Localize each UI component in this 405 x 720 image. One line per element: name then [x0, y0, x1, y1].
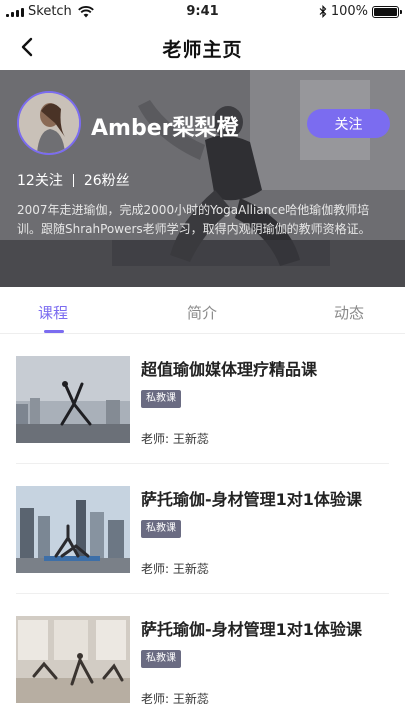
- status-bar: Sketch 9:41 100%: [0, 0, 405, 24]
- course-tag: 私教课: [141, 650, 181, 668]
- course-title: 萨托瑜伽-身材管理1对1体验课: [141, 620, 362, 639]
- bluetooth-icon: [319, 5, 327, 18]
- course-teacher: 老师: 王新蕊: [141, 432, 209, 446]
- course-image: [16, 616, 130, 703]
- course-teacher: 老师: 王新蕊: [141, 692, 209, 706]
- course-item[interactable]: 超值瑜伽媒体理疗精品课 私教课 老师: 王新蕊: [0, 334, 405, 464]
- course-item[interactable]: 萨托瑜伽-身材管理1对1体验课 私教课 老师: 王新蕊: [0, 464, 405, 594]
- teacher-header: Amber梨梨橙 关注 12关注 26粉丝 2007年走进瑜伽，完成2000小时…: [0, 70, 405, 287]
- teacher-stats: 12关注 26粉丝: [17, 170, 130, 190]
- course-teacher: 老师: 王新蕊: [141, 562, 209, 576]
- course-thumbnail: [16, 356, 130, 443]
- teacher-avatar[interactable]: [17, 91, 81, 155]
- course-thumbnail: [16, 486, 130, 573]
- nav-bar: 老师主页: [0, 24, 405, 70]
- course-tag: 私教课: [141, 520, 181, 538]
- battery-icon: [372, 5, 402, 18]
- profile-tabs: 课程 简介 动态: [0, 287, 405, 334]
- course-item[interactable]: 萨托瑜伽-身材管理1对1体验课 私教课 老师: 王新蕊: [0, 594, 405, 720]
- course-tag: 私教课: [141, 390, 181, 408]
- tab-indicator: [44, 330, 64, 333]
- following-count[interactable]: 12关注: [17, 170, 63, 190]
- page-title: 老师主页: [162, 39, 243, 61]
- course-image: [16, 356, 130, 443]
- tab-courses[interactable]: 课程: [38, 302, 68, 323]
- follow-button[interactable]: 关注: [307, 109, 390, 138]
- tab-intro[interactable]: 简介: [187, 302, 217, 323]
- course-image: [16, 486, 130, 573]
- avatar-photo: [19, 93, 79, 153]
- course-title: 超值瑜伽媒体理疗精品课: [141, 360, 318, 379]
- course-title: 萨托瑜伽-身材管理1对1体验课: [141, 490, 362, 509]
- stats-divider: [72, 173, 74, 187]
- status-right: 100%: [319, 4, 402, 19]
- teacher-intro: 2007年走进瑜伽，完成2000小时的YogaAlliance哈他瑜伽教师培训。…: [17, 203, 371, 236]
- battery-percent: 100%: [330, 4, 368, 19]
- course-thumbnail: [16, 616, 130, 703]
- tab-updates[interactable]: 动态: [334, 302, 364, 323]
- followers-count[interactable]: 26粉丝: [84, 170, 130, 190]
- teacher-name: Amber梨梨橙: [91, 116, 239, 141]
